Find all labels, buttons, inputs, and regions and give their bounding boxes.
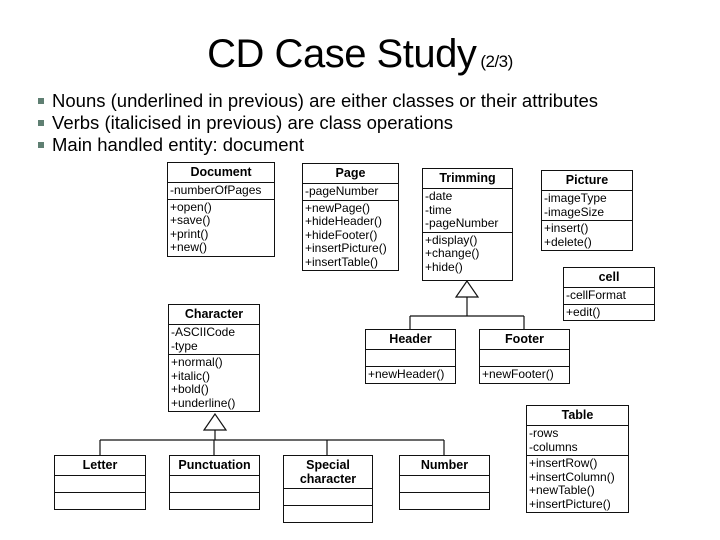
class-name: Punctuation: [170, 456, 259, 476]
class-operations: +normal() +italic() +bold() +underline(): [171, 355, 236, 410]
class-attributes: -date -time -pageNumber: [423, 189, 512, 233]
generalization-arrow-character: [202, 412, 228, 431]
generalization-arrow-trimming: [454, 279, 480, 298]
class-attributes: [366, 350, 455, 367]
class-name: Table: [527, 406, 628, 426]
class-operations: +open() +save() +print() +new(): [170, 199, 212, 254]
class-name: Document: [168, 163, 274, 183]
class-name: cell: [564, 268, 654, 288]
class-attributes: [480, 350, 569, 367]
class-name: Footer: [480, 330, 569, 350]
class-attributes: -pageNumber: [303, 184, 398, 201]
class-operations: +newHeader(): [368, 367, 445, 381]
class-attributes: [400, 476, 489, 493]
class-operations: +newPage() +hideHeader() +hideFooter() +…: [305, 200, 387, 269]
class-attributes: [55, 476, 145, 493]
class-special-character: Special character: [283, 455, 373, 523]
class-attributes: [170, 476, 259, 493]
class-name: Number: [400, 456, 489, 476]
class-attributes: -cellFormat: [564, 288, 654, 305]
class-table: Table -rows -columns +insertRow() +inser…: [526, 405, 629, 513]
class-number: Number: [399, 455, 490, 510]
class-operations: [170, 493, 259, 509]
class-operations: [55, 493, 145, 509]
class-header: Header +newHeader(): [365, 329, 456, 384]
class-name: Trimming: [423, 169, 512, 189]
class-attributes: -numberOfPages: [168, 183, 274, 200]
class-document: Document -numberOfPages +open() +save() …: [167, 162, 275, 257]
class-operations: +newFooter(): [482, 367, 554, 381]
class-attributes: -rows -columns: [527, 426, 628, 456]
class-name: Picture: [542, 171, 632, 191]
class-operations: +insertRow() +insertColumn() +newTable()…: [529, 456, 615, 511]
class-name: Page: [303, 164, 398, 184]
class-letter: Letter: [54, 455, 146, 510]
class-cell: cell -cellFormat +edit(): [563, 267, 655, 321]
class-attributes: -ASCIICode -type: [169, 325, 259, 355]
class-operations: +insert() +delete(): [544, 221, 592, 249]
class-attributes: [284, 489, 372, 506]
class-operations: [284, 506, 372, 522]
class-name: Letter: [55, 456, 145, 476]
class-attributes: -imageType -imageSize: [542, 191, 632, 221]
class-name: Special character: [284, 456, 372, 489]
class-operations: +edit(): [566, 304, 601, 319]
class-operations: +display() +change() +hide(): [425, 232, 480, 274]
class-punctuation: Punctuation: [169, 455, 260, 510]
class-picture: Picture -imageType -imageSize +insert() …: [541, 170, 633, 251]
class-name: Header: [366, 330, 455, 350]
class-operations: [400, 493, 489, 509]
class-footer: Footer +newFooter(): [479, 329, 570, 384]
class-page: Page -pageNumber +newPage() +hideHeader(…: [302, 163, 399, 271]
class-name: Character: [169, 305, 259, 325]
class-character: Character -ASCIICode -type +normal() +it…: [168, 304, 260, 412]
class-trimming: Trimming -date -time -pageNumber +displa…: [422, 168, 513, 281]
